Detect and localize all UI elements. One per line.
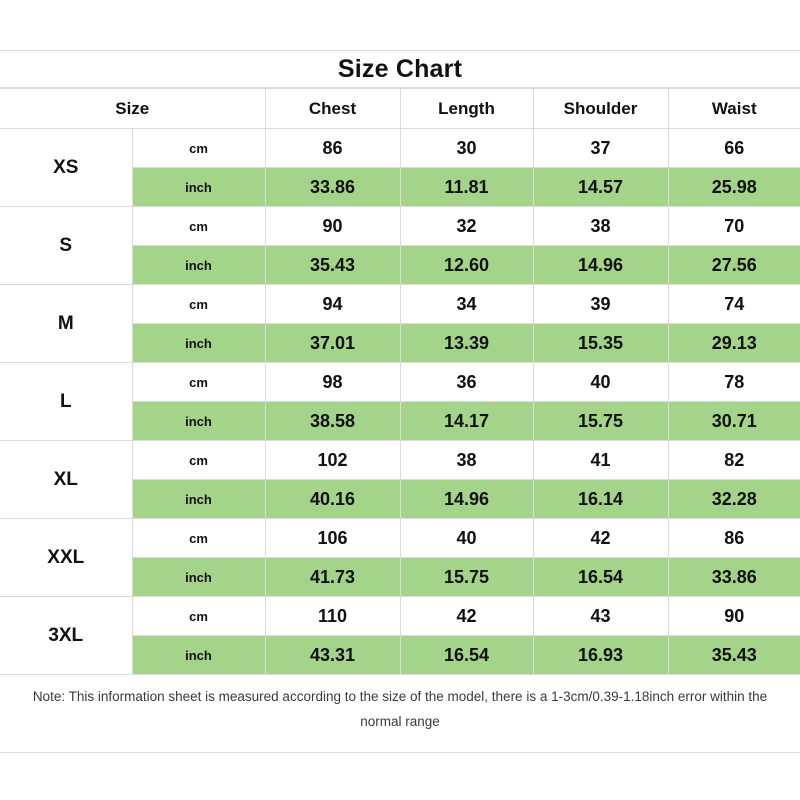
value-cell-length-cm: 36 [400, 363, 533, 402]
value-cell-shoulder-inch: 14.96 [533, 246, 668, 285]
unit-cell-inch: inch [132, 246, 265, 285]
value-cell-length-inch: 11.81 [400, 168, 533, 207]
unit-cell-inch: inch [132, 324, 265, 363]
size-chart-page: Size Chart Size Chest Length Shoulder Wa… [0, 0, 800, 800]
value-cell-shoulder-cm: 39 [533, 285, 668, 324]
unit-cell-inch: inch [132, 480, 265, 519]
table-row: XXLcm106404286 [0, 519, 800, 558]
header-row: Size Chest Length Shoulder Waist [0, 89, 800, 129]
value-cell-chest-inch: 33.86 [265, 168, 400, 207]
column-header-length: Length [400, 89, 533, 129]
table-row: Mcm94343974 [0, 285, 800, 324]
value-cell-length-inch: 15.75 [400, 558, 533, 597]
value-cell-chest-inch: 38.58 [265, 402, 400, 441]
value-cell-chest-inch: 37.01 [265, 324, 400, 363]
value-cell-waist-cm: 70 [668, 207, 800, 246]
table-header: Size Chest Length Shoulder Waist [0, 89, 800, 129]
value-cell-length-cm: 38 [400, 441, 533, 480]
size-label-cell: L [0, 363, 132, 441]
table-body: XScm86303766inch33.8611.8114.5725.98Scm9… [0, 129, 800, 675]
value-cell-waist-cm: 66 [668, 129, 800, 168]
value-cell-length-cm: 34 [400, 285, 533, 324]
unit-cell-inch: inch [132, 636, 265, 675]
value-cell-shoulder-inch: 14.57 [533, 168, 668, 207]
value-cell-waist-inch: 32.28 [668, 480, 800, 519]
value-cell-length-inch: 14.96 [400, 480, 533, 519]
size-chart-table: Size Chest Length Shoulder Waist XScm863… [0, 88, 800, 675]
measurement-note: Note: This information sheet is measured… [0, 684, 800, 734]
value-cell-length-cm: 40 [400, 519, 533, 558]
value-cell-length-inch: 14.17 [400, 402, 533, 441]
unit-cell-inch: inch [132, 558, 265, 597]
value-cell-chest-cm: 110 [265, 597, 400, 636]
size-label-cell: M [0, 285, 132, 363]
value-cell-length-inch: 16.54 [400, 636, 533, 675]
unit-cell-inch: inch [132, 402, 265, 441]
unit-cell-cm: cm [132, 597, 265, 636]
value-cell-length-inch: 12.60 [400, 246, 533, 285]
unit-cell-cm: cm [132, 207, 265, 246]
value-cell-chest-inch: 41.73 [265, 558, 400, 597]
unit-cell-inch: inch [132, 168, 265, 207]
value-cell-waist-inch: 29.13 [668, 324, 800, 363]
value-cell-chest-cm: 94 [265, 285, 400, 324]
value-cell-chest-cm: 86 [265, 129, 400, 168]
unit-cell-cm: cm [132, 363, 265, 402]
value-cell-waist-cm: 82 [668, 441, 800, 480]
value-cell-chest-cm: 102 [265, 441, 400, 480]
value-cell-waist-inch: 35.43 [668, 636, 800, 675]
value-cell-chest-cm: 98 [265, 363, 400, 402]
value-cell-length-cm: 42 [400, 597, 533, 636]
table-row: Scm90323870 [0, 207, 800, 246]
value-cell-waist-cm: 78 [668, 363, 800, 402]
table-row: XLcm102384182 [0, 441, 800, 480]
value-cell-shoulder-cm: 42 [533, 519, 668, 558]
column-header-waist: Waist [668, 89, 800, 129]
page-title-row: Size Chart [0, 50, 800, 88]
unit-cell-cm: cm [132, 129, 265, 168]
value-cell-chest-cm: 90 [265, 207, 400, 246]
value-cell-waist-inch: 30.71 [668, 402, 800, 441]
value-cell-shoulder-cm: 43 [533, 597, 668, 636]
value-cell-chest-inch: 43.31 [265, 636, 400, 675]
table-row: 3XLcm110424390 [0, 597, 800, 636]
table-row: Lcm98364078 [0, 363, 800, 402]
value-cell-waist-inch: 33.86 [668, 558, 800, 597]
column-header-shoulder: Shoulder [533, 89, 668, 129]
value-cell-chest-inch: 40.16 [265, 480, 400, 519]
value-cell-waist-cm: 86 [668, 519, 800, 558]
value-cell-length-inch: 13.39 [400, 324, 533, 363]
value-cell-length-cm: 30 [400, 129, 533, 168]
value-cell-waist-cm: 74 [668, 285, 800, 324]
value-cell-shoulder-inch: 16.14 [533, 480, 668, 519]
value-cell-waist-inch: 27.56 [668, 246, 800, 285]
value-cell-waist-inch: 25.98 [668, 168, 800, 207]
value-cell-shoulder-inch: 15.35 [533, 324, 668, 363]
value-cell-chest-inch: 35.43 [265, 246, 400, 285]
table-row: XScm86303766 [0, 129, 800, 168]
value-cell-shoulder-cm: 41 [533, 441, 668, 480]
value-cell-shoulder-inch: 16.54 [533, 558, 668, 597]
unit-cell-cm: cm [132, 441, 265, 480]
size-label-cell: XL [0, 441, 132, 519]
page-title: Size Chart [338, 55, 462, 84]
size-label-cell: XXL [0, 519, 132, 597]
value-cell-shoulder-inch: 16.93 [533, 636, 668, 675]
value-cell-shoulder-cm: 37 [533, 129, 668, 168]
unit-cell-cm: cm [132, 519, 265, 558]
size-label-cell: XS [0, 129, 132, 207]
column-header-chest: Chest [265, 89, 400, 129]
value-cell-shoulder-inch: 15.75 [533, 402, 668, 441]
column-header-size: Size [0, 89, 265, 129]
value-cell-shoulder-cm: 40 [533, 363, 668, 402]
value-cell-length-cm: 32 [400, 207, 533, 246]
value-cell-chest-cm: 106 [265, 519, 400, 558]
size-label-cell: S [0, 207, 132, 285]
unit-cell-cm: cm [132, 285, 265, 324]
size-label-cell: 3XL [0, 597, 132, 675]
value-cell-shoulder-cm: 38 [533, 207, 668, 246]
value-cell-waist-cm: 90 [668, 597, 800, 636]
bottom-divider [0, 752, 800, 753]
